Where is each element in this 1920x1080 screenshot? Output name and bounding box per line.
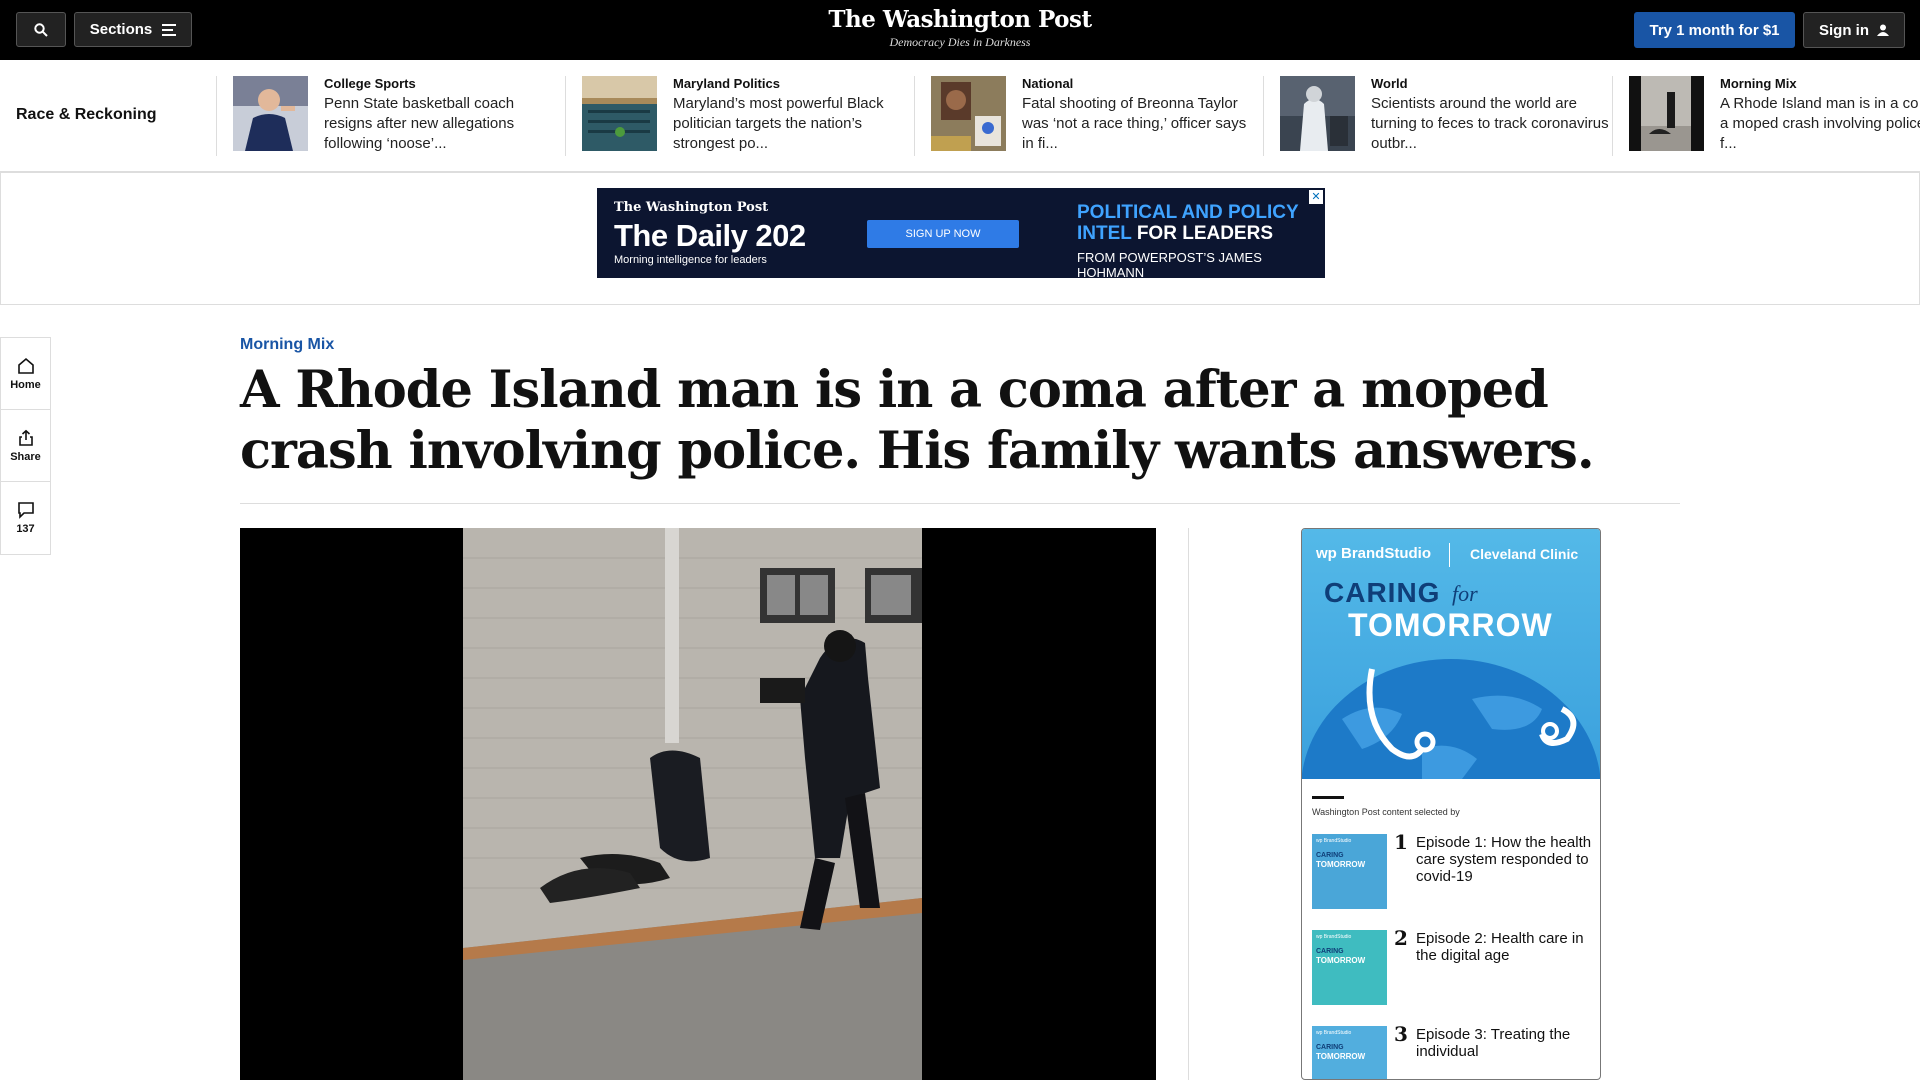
strip-divider <box>1612 76 1613 156</box>
user-icon <box>1877 24 1889 36</box>
story-headline: Maryland’s most powerful Black politicia… <box>673 95 884 152</box>
selected-by-label: Washington Post content selected by <box>1312 807 1460 817</box>
article-kicker[interactable]: Morning Mix <box>240 336 334 354</box>
hamburger-menu-icon <box>162 23 177 36</box>
story-category: National <box>1022 76 1074 91</box>
thumb-caring: CARING <box>1316 852 1344 859</box>
share-button[interactable]: Share <box>1 410 50 482</box>
episode-thumbnail: wp BrandStudio CARING TOMORROW <box>1312 834 1387 909</box>
sign-in-button[interactable]: Sign in <box>1803 12 1905 48</box>
story-thumbnail <box>233 76 308 151</box>
banner-for-text: for <box>1452 581 1478 606</box>
story-card[interactable]: National Fatal shooting of Breonna Taylor… <box>931 76 1261 156</box>
globe-stethoscope-icon <box>1302 659 1600 779</box>
home-icon <box>17 357 34 374</box>
thumb-caring: CARING <box>1316 1044 1344 1051</box>
story-card[interactable]: Maryland Politics Maryland’s most powerfu… <box>582 76 912 156</box>
story-headline: Fatal shooting of Breonna Taylor was ‘no… <box>1022 95 1247 152</box>
ad-title: The Daily 202 <box>614 218 806 253</box>
comment-icon <box>17 502 34 519</box>
share-icon <box>18 429 33 446</box>
thumb-tomorrow: TOMORROW <box>1316 860 1366 869</box>
story-category: World <box>1371 76 1408 91</box>
story-thumbnail <box>1629 76 1704 151</box>
episode-number: 3 <box>1394 1022 1408 1046</box>
episode-item[interactable]: wp BrandStudio CARING TOMORROW 1 Episode… <box>1312 830 1592 910</box>
brandstudio-logo: wp BrandStudio <box>1316 545 1431 562</box>
sidebar-brandstudio-ad[interactable]: wp BrandStudio Cleveland Clinic CARING f… <box>1301 528 1601 1080</box>
episode-item[interactable]: wp BrandStudio CARING TOMORROW 3 Episode… <box>1312 1022 1592 1079</box>
logo-wordmark: The Washington Post <box>828 6 1092 33</box>
thumb-tomorrow: TOMORROW <box>1316 956 1366 965</box>
video-frame <box>240 528 1156 1080</box>
banner-ad-container: The Washington Post The Daily 202 Mornin… <box>0 172 1920 305</box>
ad-subtitle: Morning intelligence for leaders <box>614 254 767 266</box>
story-headline: Scientists around the world are turning … <box>1371 95 1609 152</box>
search-icon <box>34 22 48 37</box>
top-navigation-bar: Sections The Washington Post Democracy D… <box>0 0 1920 60</box>
home-label: Home <box>10 378 41 391</box>
banner-caring-text: CARING <box>1324 577 1441 608</box>
daily-202-banner-ad[interactable]: The Washington Post The Daily 202 Mornin… <box>597 188 1325 280</box>
thumb-brand: wp BrandStudio <box>1316 1030 1352 1036</box>
comments-count: 137 <box>16 523 35 535</box>
story-headline: Penn State basketball coach resigns afte… <box>324 95 515 152</box>
ad-headline-part: FOR LEADERS <box>1136 223 1274 244</box>
episode-title: Episode 3: Treating the individual <box>1416 1026 1571 1060</box>
story-card[interactable]: World Scientists around the world are tur… <box>1280 76 1610 156</box>
sign-in-label: Sign in <box>1819 21 1869 39</box>
search-button[interactable] <box>16 12 66 47</box>
article-tools-rail: Home Share 137 <box>0 337 51 555</box>
column-divider <box>1188 528 1189 1080</box>
episode-title: Episode 2: Health care in the digital ag… <box>1416 930 1584 964</box>
strip-divider <box>914 76 915 156</box>
ad-close-icon[interactable]: ✕ <box>1309 190 1323 204</box>
strip-divider <box>1263 76 1264 156</box>
ad-wapo-logo: The Washington Post <box>614 200 769 215</box>
logo-separator <box>1449 543 1450 567</box>
headline-divider <box>240 503 1680 504</box>
episode-number: 2 <box>1394 926 1408 950</box>
thumb-brand: wp BrandStudio <box>1316 934 1352 940</box>
story-category: Maryland Politics <box>673 76 780 91</box>
story-category: Morning Mix <box>1720 76 1797 91</box>
episode-item[interactable]: wp BrandStudio CARING TOMORROW 2 Episode… <box>1312 926 1592 1006</box>
article-video-player[interactable] <box>240 528 1156 1080</box>
episode-number: 1 <box>1394 830 1408 854</box>
ad-headline-part: POLITICAL AND POLICY <box>1077 202 1299 223</box>
strip-label[interactable]: Race & Reckoning <box>16 106 156 124</box>
comments-button[interactable]: 137 <box>1 482 50 554</box>
logo-tagline: Democracy Dies in Darkness <box>889 35 1031 49</box>
home-button[interactable]: Home <box>1 338 50 410</box>
sections-menu-button[interactable]: Sections <box>74 12 192 47</box>
episode-title: Episode 1: How the health care system re… <box>1416 834 1592 885</box>
cleveland-clinic-logo: Cleveland Clinic <box>1470 546 1579 562</box>
sections-label: Sections <box>89 21 153 38</box>
caring-for-tomorrow-banner[interactable]: wp BrandStudio Cleveland Clinic CARING f… <box>1302 529 1600 779</box>
washington-post-logo[interactable]: The Washington Post Democracy Dies in Da… <box>760 6 1160 50</box>
race-reckoning-story-strip: Race & Reckoning College Sports Penn Stat… <box>0 60 1920 172</box>
thumb-brand: wp BrandStudio <box>1316 838 1352 844</box>
story-card[interactable]: Morning Mix A Rhode Island man is in a co… <box>1629 76 1920 156</box>
strip-divider <box>565 76 566 156</box>
ad-headline-part: INTEL <box>1077 223 1132 244</box>
episode-thumbnail: wp BrandStudio CARING TOMORROW <box>1312 1026 1387 1079</box>
strip-divider <box>216 76 217 156</box>
article-headline: A Rhode Island man is in a coma after a … <box>240 360 1595 481</box>
subscribe-button[interactable]: Try 1 month for $1 <box>1634 12 1795 48</box>
story-thumbnail <box>582 76 657 151</box>
story-thumbnail <box>1280 76 1355 151</box>
thumb-tomorrow: TOMORROW <box>1316 1052 1366 1061</box>
thumb-caring: CARING <box>1316 948 1344 955</box>
ad-headline: POLITICAL AND POLICY INTEL FOR LEADERS <box>1077 202 1299 244</box>
story-thumbnail <box>931 76 1006 151</box>
story-headline: A Rhode Island man is in a co after a mo… <box>1720 95 1920 152</box>
ad-byline: FROM POWERPOST’S JAMES HOHMANN <box>1077 250 1262 280</box>
story-card[interactable]: College Sports Penn State basketball coac… <box>233 76 563 156</box>
story-category: College Sports <box>324 76 416 91</box>
section-rule <box>1312 796 1344 799</box>
share-label: Share <box>10 450 41 463</box>
episode-thumbnail: wp BrandStudio CARING TOMORROW <box>1312 930 1387 1005</box>
ad-sign-up-button[interactable]: SIGN UP NOW <box>867 220 1019 248</box>
